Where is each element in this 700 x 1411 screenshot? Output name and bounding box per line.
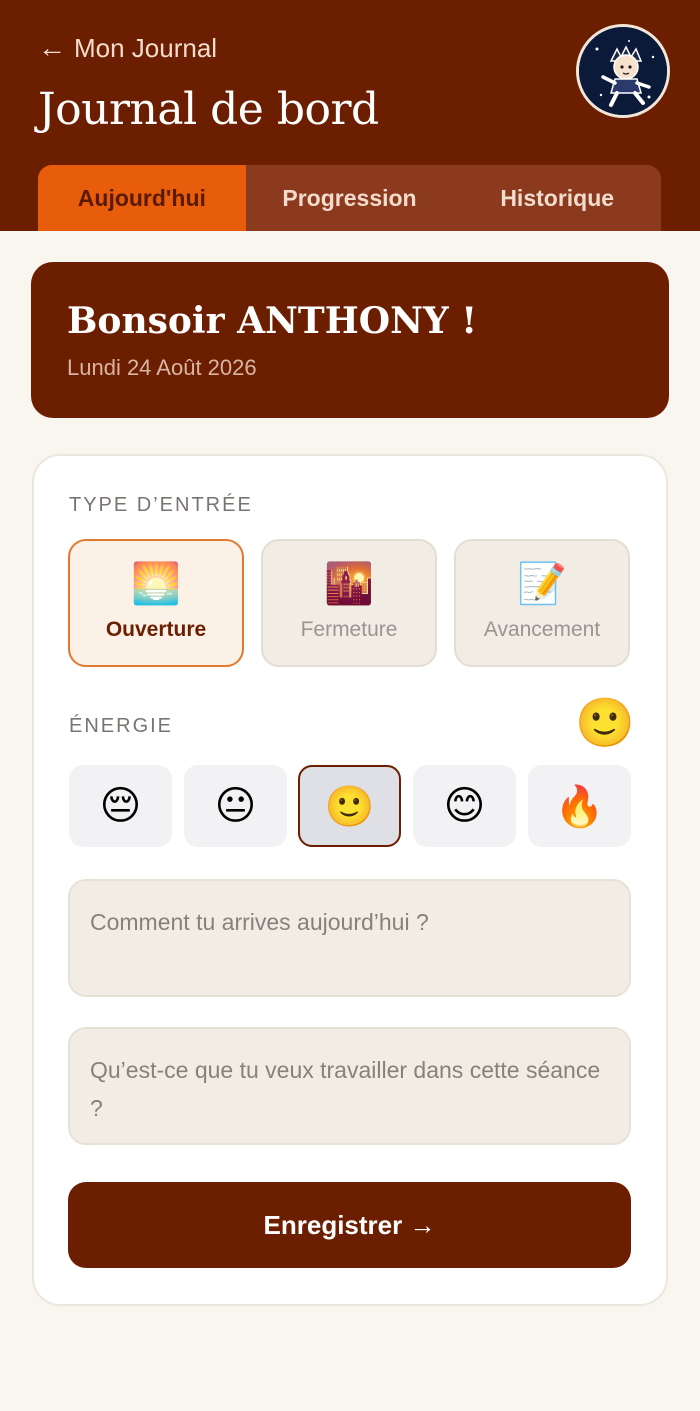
arrival-input[interactable] bbox=[68, 879, 631, 997]
energy-current-icon: 🙂 bbox=[575, 697, 635, 750]
session-goal-input[interactable] bbox=[68, 1027, 631, 1145]
save-button[interactable]: Enregistrer → bbox=[68, 1182, 631, 1268]
tab-bar: Aujourd'hui Progression Historique bbox=[38, 165, 661, 231]
energy-level-4[interactable]: 😊 bbox=[413, 765, 516, 847]
energy-level-5[interactable]: 🔥 bbox=[528, 765, 631, 847]
energy-level-1[interactable]: 😔 bbox=[69, 765, 172, 847]
arrow-left-icon: ← bbox=[38, 32, 66, 63]
back-link-label: Mon Journal bbox=[74, 32, 218, 63]
page-title: Journal de bord bbox=[38, 84, 379, 135]
tab-historique[interactable]: Historique bbox=[453, 165, 661, 231]
app-header: ← Mon Journal Journal de bord Aujourd'hu… bbox=[0, 0, 700, 231]
energy-level-3[interactable]: 🙂 bbox=[298, 765, 401, 847]
greeting-title: Bonsoir ANTHONY ! bbox=[67, 300, 478, 342]
back-link[interactable]: ← Mon Journal bbox=[38, 30, 217, 66]
energy-level-2[interactable]: 😐 bbox=[184, 765, 287, 847]
entry-type-label-ouverture: Ouverture bbox=[105, 618, 207, 641]
energy-label: ÉNERGIE bbox=[69, 715, 174, 737]
entry-type-label-avancement: Avancement bbox=[483, 618, 601, 641]
tab-aujourdhui[interactable]: Aujourd'hui bbox=[38, 165, 246, 231]
entry-type-ouverture[interactable]: 🌅 Ouverture bbox=[68, 539, 244, 667]
memo-icon: 📝 bbox=[517, 562, 567, 606]
tab-progression[interactable]: Progression bbox=[246, 165, 454, 231]
entry-type-label-fermeture: Fermeture bbox=[300, 618, 398, 641]
user-avatar-icon bbox=[579, 27, 667, 115]
sunset-city-icon: 🌇 bbox=[324, 562, 374, 606]
sunrise-icon: 🌅 bbox=[131, 562, 181, 606]
greeting-date: Lundi 24 Août 2026 bbox=[67, 355, 257, 380]
avatar[interactable] bbox=[576, 24, 670, 118]
entry-type-fermeture[interactable]: 🌇 Fermeture bbox=[261, 539, 437, 667]
entry-type-avancement[interactable]: 📝 Avancement bbox=[454, 539, 630, 667]
entry-type-label: TYPE D’ENTRÉE bbox=[69, 494, 253, 516]
